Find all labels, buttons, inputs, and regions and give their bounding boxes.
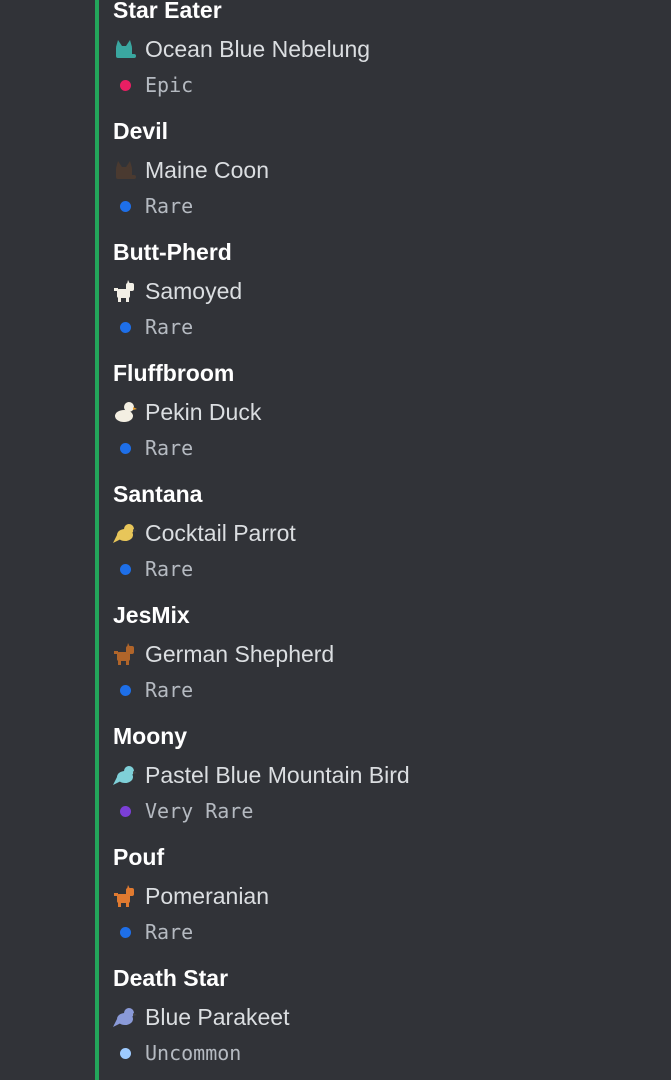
pet-line: Pastel Blue Mountain Bird <box>113 760 410 790</box>
pet-name: German Shepherd <box>145 641 335 667</box>
owner-name: Star Eater <box>113 0 222 23</box>
pet-entry: Star Eater Ocean Blue Nebelung Epic <box>113 0 653 110</box>
owner-name: JesMix <box>113 602 190 628</box>
owner-name: Moony <box>113 723 188 749</box>
pet-entry: Moony Pastel Blue Mountain Bird Very Rar… <box>113 715 653 836</box>
owner-name: Devil <box>113 118 168 144</box>
rarity-line: Uncommon <box>113 1039 241 1067</box>
pet-name: Blue Parakeet <box>145 1004 290 1030</box>
pet-line: Maine Coon <box>113 155 269 185</box>
rarity-line: Rare <box>113 313 193 341</box>
pet-line: Pekin Duck <box>113 397 261 427</box>
pet-name: Samoyed <box>145 278 243 304</box>
pet-entry: Fluffbroom Pekin Duck Rare <box>113 352 653 473</box>
pet-list: Star Eater Ocean Blue Nebelung Epic Devi… <box>113 0 653 1078</box>
rarity-dot-icon <box>120 79 131 91</box>
rarity-label: Rare <box>145 436 194 460</box>
duck-sprite-icon <box>113 400 137 424</box>
rarity-label: Epic <box>145 73 194 97</box>
pet-name: Pekin Duck <box>145 399 262 425</box>
embed-accent-bar <box>95 0 99 1080</box>
owner-name: Pouf <box>113 844 165 870</box>
rarity-dot-icon <box>120 926 131 938</box>
pet-entry: Pouf Pomeranian Rare <box>113 836 653 957</box>
rarity-dot-icon <box>120 563 131 575</box>
rarity-line: Rare <box>113 555 193 583</box>
bird-sprite-icon <box>113 521 137 545</box>
pet-entry: Butt-Pherd Samoyed Rare <box>113 231 653 352</box>
bird-sprite-icon <box>113 763 137 787</box>
pet-line: Cocktail Parrot <box>113 518 296 548</box>
cat-sprite-icon <box>113 37 137 61</box>
rarity-line: Very Rare <box>113 797 253 825</box>
owner-name: Butt-Pherd <box>113 239 232 265</box>
rarity-line: Epic <box>113 71 193 99</box>
owner-name: Santana <box>113 481 203 507</box>
pet-name: Pastel Blue Mountain Bird <box>145 762 410 788</box>
rarity-dot-icon <box>120 442 131 454</box>
pet-entry: JesMix German Shepherd Rare <box>113 594 653 715</box>
dog-sprite-icon <box>113 884 137 908</box>
pet-name: Maine Coon <box>145 157 270 183</box>
rarity-line: Rare <box>113 192 193 220</box>
rarity-label: Rare <box>145 194 194 218</box>
rarity-label: Uncommon <box>145 1041 242 1065</box>
rarity-label: Very Rare <box>145 799 254 823</box>
rarity-label: Rare <box>145 920 194 944</box>
owner-name: Death Star <box>113 965 229 991</box>
bird-sprite-icon <box>113 1005 137 1029</box>
rarity-dot-icon <box>120 1047 131 1059</box>
pet-name: Ocean Blue Nebelung <box>145 36 371 62</box>
rarity-dot-icon <box>120 200 131 212</box>
rarity-line: Rare <box>113 918 193 946</box>
pet-name: Pomeranian <box>145 883 270 909</box>
rarity-label: Rare <box>145 557 194 581</box>
pet-line: Samoyed <box>113 276 242 306</box>
rarity-label: Rare <box>145 315 194 339</box>
pet-line: German Shepherd <box>113 639 334 669</box>
pet-entry: Devil Maine Coon Rare <box>113 110 653 231</box>
rarity-dot-icon <box>120 805 131 817</box>
rarity-dot-icon <box>120 321 131 333</box>
rarity-line: Rare <box>113 434 193 462</box>
pet-line: Ocean Blue Nebelung <box>113 34 370 64</box>
pet-entry: Santana Cocktail Parrot Rare <box>113 473 653 594</box>
dog-sprite-icon <box>113 279 137 303</box>
cat-sprite-icon <box>113 158 137 182</box>
rarity-label: Rare <box>145 678 194 702</box>
pet-line: Pomeranian <box>113 881 269 911</box>
dog-sprite-icon <box>113 642 137 666</box>
pet-name: Cocktail Parrot <box>145 520 296 546</box>
rarity-dot-icon <box>120 684 131 696</box>
pet-line: Blue Parakeet <box>113 1002 289 1032</box>
pet-entry: Death Star Blue Parakeet Uncommon <box>113 957 653 1078</box>
owner-name: Fluffbroom <box>113 360 235 386</box>
rarity-line: Rare <box>113 676 193 704</box>
